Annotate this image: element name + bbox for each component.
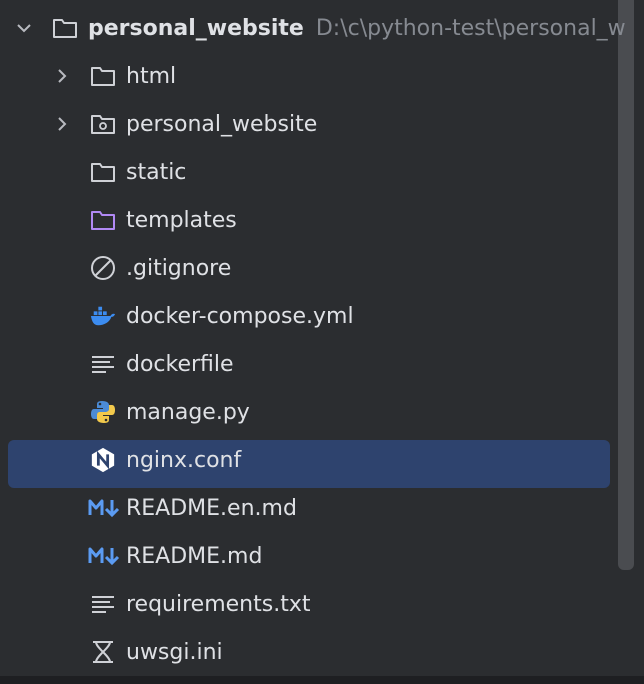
tree-item-gitignore[interactable]: .gitignore xyxy=(0,246,618,290)
tree-item-label: personal_website xyxy=(126,111,318,137)
tree-item-label: templates xyxy=(126,207,237,233)
templates-folder-icon xyxy=(90,207,116,233)
text-lines-icon xyxy=(90,351,116,377)
project-name: personal_website xyxy=(88,15,304,41)
tree-item-readme-en-md[interactable]: README.en.md xyxy=(0,486,618,530)
python-icon xyxy=(90,399,116,425)
markdown-icon xyxy=(88,543,122,569)
tree-item-label: uwsgi.ini xyxy=(126,639,223,665)
package-folder-icon xyxy=(90,111,116,137)
docker-icon xyxy=(90,303,116,329)
tree-item-uwsgi-ini[interactable]: uwsgi.ini xyxy=(0,630,618,674)
bottom-edge xyxy=(0,676,644,684)
tree-item-label: requirements.txt xyxy=(126,591,311,617)
ignore-icon xyxy=(90,255,116,281)
chevron-down-icon[interactable] xyxy=(14,18,34,38)
nginx-icon xyxy=(90,447,116,473)
tree-root-label-group: personal_website D:\c\python-test\persona… xyxy=(88,16,626,41)
tree-root-row[interactable]: personal_website D:\c\python-test\persona… xyxy=(0,6,626,50)
chevron-right-icon[interactable] xyxy=(52,66,72,86)
tree-item-html[interactable]: html xyxy=(0,54,618,98)
tree-item-manage-py[interactable]: manage.py xyxy=(0,390,618,434)
markdown-icon xyxy=(88,495,122,521)
tree-item-label: README.en.md xyxy=(126,495,297,521)
folder-icon xyxy=(90,159,116,185)
tree-item-label: static xyxy=(126,159,187,185)
chevron-right-icon[interactable] xyxy=(52,114,72,134)
tree-item-label: manage.py xyxy=(126,399,250,425)
tree-item-personal-website[interactable]: personal_website xyxy=(0,102,618,146)
tree-item-label: html xyxy=(126,63,177,89)
tree-item-dockerfile[interactable]: dockerfile xyxy=(0,342,618,386)
folder-icon xyxy=(90,63,116,89)
tree-item-label: README.md xyxy=(126,543,263,569)
tree-item-nginx-conf[interactable]: nginx.conf xyxy=(0,438,618,488)
text-lines-icon xyxy=(90,591,116,617)
folder-icon xyxy=(52,15,78,41)
tree-item-readme-md[interactable]: README.md xyxy=(0,534,618,578)
tree-item-requirements-txt[interactable]: requirements.txt xyxy=(0,582,618,626)
tree-item-label: .gitignore xyxy=(126,255,232,281)
project-path: D:\c\python-test\personal_w xyxy=(315,15,626,41)
tree-item-docker-compose[interactable]: docker-compose.yml xyxy=(0,294,618,338)
tree-item-label: nginx.conf xyxy=(126,447,242,473)
tree-item-templates[interactable]: templates xyxy=(0,198,618,242)
vertical-scrollbar[interactable] xyxy=(618,0,634,570)
tree-item-label: docker-compose.yml xyxy=(126,303,354,329)
ini-icon xyxy=(90,639,116,665)
tree-item-static[interactable]: static xyxy=(0,150,618,194)
tree-item-label: dockerfile xyxy=(126,351,234,377)
